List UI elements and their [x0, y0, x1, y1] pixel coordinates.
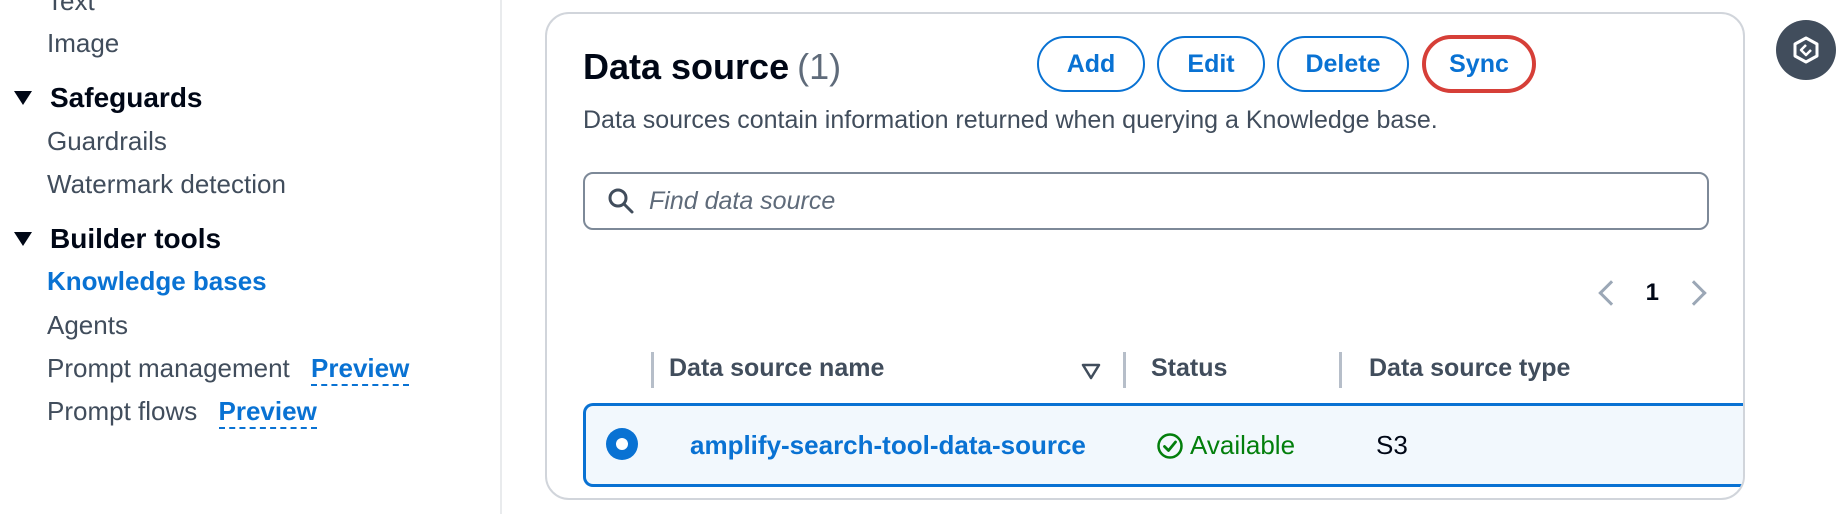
- sidebar-item-image[interactable]: Image: [47, 28, 119, 59]
- add-button[interactable]: Add: [1037, 36, 1145, 92]
- sidebar-item-label: Prompt flows: [47, 396, 198, 426]
- section-heading: Safeguards: [50, 82, 203, 113]
- status-cell: Available: [1156, 430, 1295, 461]
- column-header-type[interactable]: Data source type: [1369, 354, 1570, 383]
- row-select-radio[interactable]: [606, 428, 638, 460]
- assistant-button[interactable]: [1776, 20, 1836, 80]
- search-icon: [607, 187, 635, 215]
- search-box[interactable]: [583, 172, 1709, 230]
- edit-button[interactable]: Edit: [1157, 36, 1265, 92]
- sidebar-item-text[interactable]: Text: [47, 0, 95, 17]
- item-count: (1): [797, 46, 842, 87]
- data-source-type: S3: [1376, 430, 1408, 460]
- column-divider: [1339, 352, 1342, 388]
- sync-button[interactable]: Sync: [1423, 36, 1535, 92]
- sidebar-item-prompt-management[interactable]: Prompt management Preview: [47, 353, 410, 386]
- sidebar-item-guardrails[interactable]: Guardrails: [47, 126, 167, 157]
- column-divider: [651, 352, 654, 388]
- panel-description: Data sources contain information returne…: [583, 106, 1438, 134]
- chevron-left-icon[interactable]: [1597, 280, 1624, 306]
- preview-badge-link[interactable]: Preview: [218, 396, 317, 429]
- data-source-panel: Data source (1) Add Edit Delete Sync Data…: [545, 12, 1745, 500]
- sort-down-icon[interactable]: [1081, 363, 1101, 386]
- pagination: 1: [1597, 279, 1707, 307]
- caret-down-icon: [14, 232, 32, 246]
- section-heading: Builder tools: [50, 223, 222, 254]
- column-divider: [1123, 352, 1126, 388]
- preview-badge-link[interactable]: Preview: [311, 353, 410, 386]
- data-source-name-link[interactable]: amplify-search-tool-data-source: [690, 430, 1086, 461]
- sidebar-item-label: Prompt management: [47, 353, 290, 383]
- section-toggle-safeguards[interactable]: Safeguards: [14, 82, 203, 114]
- column-header-name[interactable]: Data source name: [669, 354, 884, 383]
- status-text: Available: [1190, 430, 1296, 460]
- sidebar-item-prompt-flows[interactable]: Prompt flows Preview: [47, 396, 317, 429]
- panel-title-text: Data source: [583, 46, 790, 87]
- column-header-status[interactable]: Status: [1151, 354, 1227, 383]
- search-input[interactable]: [649, 186, 1689, 216]
- sidebar-item-knowledge-bases[interactable]: Knowledge bases: [47, 266, 267, 297]
- table-row[interactable]: amplify-search-tool-data-source Availabl…: [583, 403, 1743, 487]
- delete-button[interactable]: Delete: [1277, 36, 1409, 92]
- sidebar-item-agents[interactable]: Agents: [47, 310, 128, 341]
- page-number[interactable]: 1: [1646, 279, 1659, 307]
- caret-down-icon: [14, 91, 32, 105]
- chevron-right-icon[interactable]: [1681, 280, 1707, 306]
- section-toggle-builder-tools[interactable]: Builder tools: [14, 223, 221, 255]
- check-circle-icon: [1156, 432, 1184, 460]
- assistant-icon: [1791, 35, 1821, 65]
- side-navigation: Text Image Safeguards Guardrails Waterma…: [0, 0, 502, 514]
- sidebar-item-watermark-detection[interactable]: Watermark detection: [47, 169, 286, 200]
- panel-title: Data source (1): [583, 46, 841, 88]
